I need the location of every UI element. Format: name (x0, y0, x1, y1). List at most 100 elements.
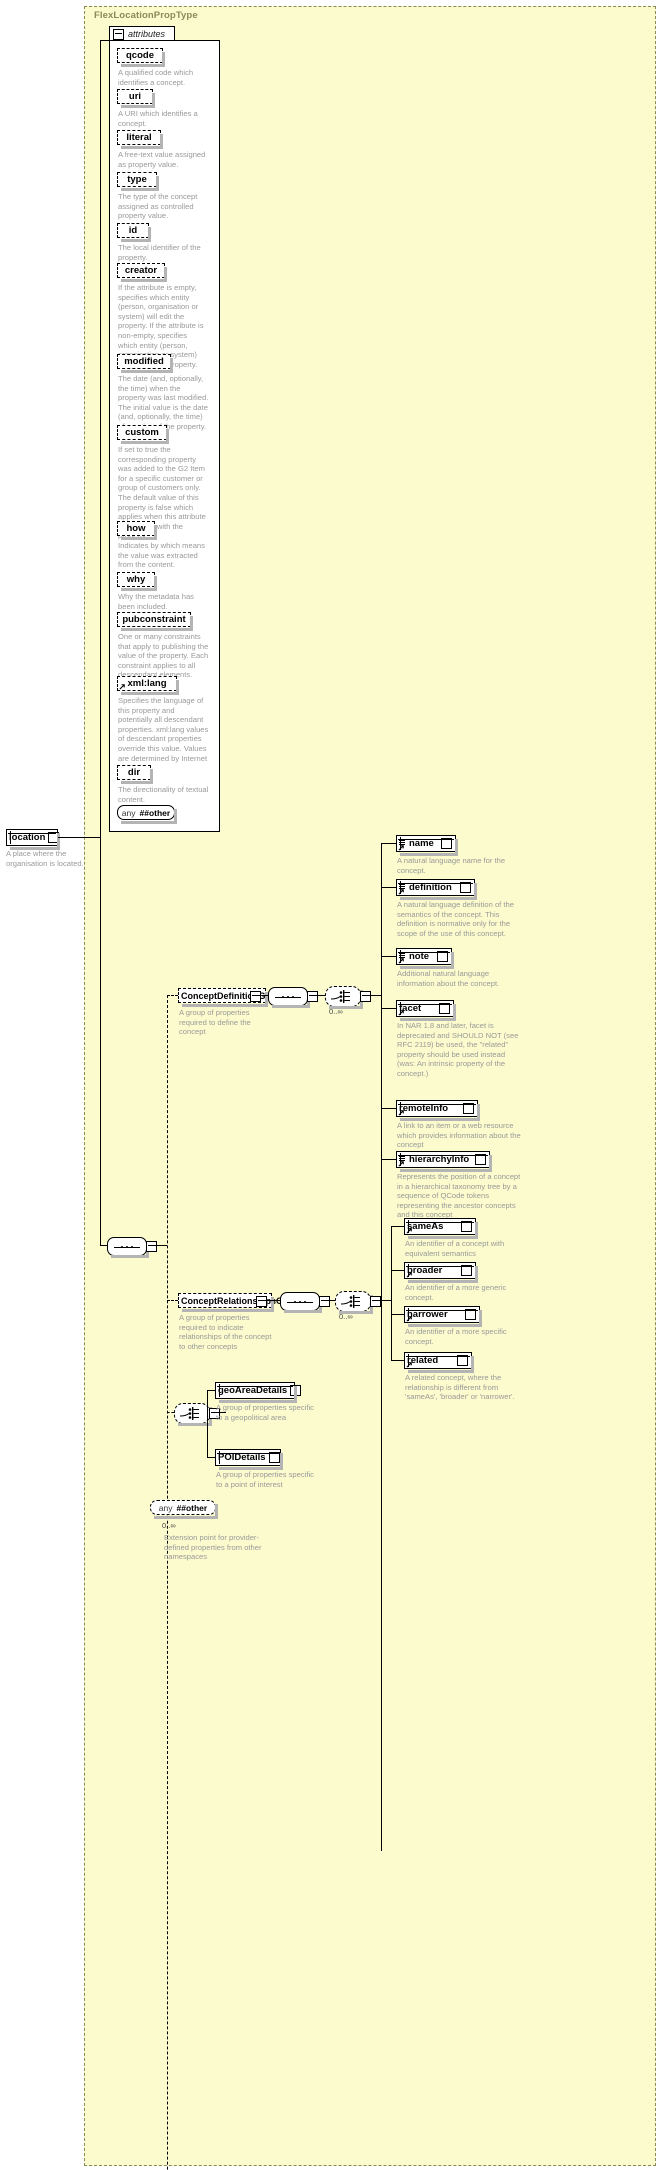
choice-glyph-icon (330, 990, 350, 1003)
group2-sequence-compositor[interactable] (280, 1292, 322, 1313)
attribute-type-desc: The type of the concept assigned as cont… (118, 192, 198, 221)
group2-sequence-collapse-icon[interactable] (319, 1296, 330, 1307)
attribute-creator[interactable]: creator (117, 263, 167, 282)
connector-facet-h (381, 1008, 396, 1009)
attribute-why-desc: Why the metadata has been included. (118, 592, 194, 611)
body-sequence-collapse-icon[interactable] (146, 1241, 157, 1252)
element-narrower[interactable]: narrower (404, 1306, 482, 1327)
expand-facet-icon[interactable] (439, 1003, 450, 1014)
element-definition[interactable]: definition (396, 879, 477, 900)
connector-seq-branch-v (167, 995, 168, 2170)
element-note[interactable]: note (396, 948, 454, 969)
reference-arrow-icon (406, 1228, 412, 1234)
reference-arrow-icon (398, 1161, 404, 1167)
group1-collapse-icon[interactable] (250, 991, 261, 1002)
reference-arrow-icon (398, 845, 404, 851)
attribute-custom[interactable]: custom (117, 425, 169, 444)
element-geoareadetails[interactable]: geoAreaDetails (215, 1382, 302, 1403)
connector-poidetails-h (207, 1457, 215, 1458)
any-label: any (158, 1502, 173, 1513)
element-name-desc: A natural language name for the concept. (397, 856, 506, 875)
attribute-uri-desc: A URI which identifies a concept. (118, 109, 198, 128)
expand-hierarchyinfo-icon[interactable] (475, 1154, 486, 1165)
attribute-modified-desc: The date (and, optionally, the time) whe… (118, 374, 209, 431)
any-namespace-label: ##other (139, 807, 171, 818)
attribute-dir[interactable]: dir (117, 765, 153, 784)
reference-arrow-icon (406, 1316, 412, 1322)
connector-details-choice-h (167, 1412, 174, 1413)
expand-related-icon[interactable] (457, 1355, 468, 1366)
attributes-tab[interactable]: attributes (109, 26, 175, 41)
element-sameas[interactable]: sameAs (404, 1218, 478, 1239)
element-any-other[interactable]: any ##other (150, 1500, 218, 1519)
expand-broader-icon[interactable] (461, 1265, 472, 1276)
element-location-desc: A place where the organisation is locate… (6, 849, 84, 868)
expand-definition-icon[interactable] (460, 882, 471, 893)
attribute-id-desc: The local identifier of the property. (118, 243, 201, 262)
group1-sequence-collapse-icon[interactable] (307, 991, 318, 1002)
group1-choice-compositor[interactable] (325, 986, 363, 1009)
element-name[interactable]: name (396, 835, 458, 856)
expand-name-icon[interactable] (441, 838, 452, 849)
expand-poidetails-icon[interactable] (268, 1452, 280, 1463)
connector-hierarchyinfo-h (381, 1159, 396, 1160)
attribute-how[interactable]: how (117, 521, 157, 540)
attribute-qcode[interactable]: qcode (117, 48, 165, 67)
group1-sequence-compositor[interactable] (268, 987, 310, 1008)
schema-diagram: FlexLocationPropType attributes qcode A … (0, 0, 661, 2170)
body-any-cardinality: 0..∞ (162, 1521, 176, 1530)
element-geoareadetails-desc: A group of properties specific to a geop… (216, 1403, 314, 1422)
connector-geoarea-h (207, 1390, 215, 1391)
element-hierarchyinfo-desc: Represents the position of a concept in … (397, 1172, 521, 1220)
collapse-attributes-icon[interactable] (113, 28, 124, 40)
attribute-qcode-desc: A qualified code which identifies a conc… (118, 68, 194, 87)
attribute-uri[interactable]: uri (117, 89, 155, 108)
body-sequence-compositor[interactable] (107, 1237, 149, 1258)
attribute-dir-desc: The directionality of textual content. (118, 785, 209, 804)
attribute-literal[interactable]: literal (117, 130, 163, 149)
connector-details-children-v (207, 1390, 208, 1457)
details-choice-compositor[interactable] (174, 1403, 212, 1426)
element-note-desc: Additional natural language information … (397, 969, 500, 988)
reference-arrow-icon (398, 958, 404, 964)
reference-arrow-icon (119, 684, 125, 690)
element-facet[interactable]: facet (396, 1000, 456, 1021)
attribute-pubconstraint-desc: One or many constraints that apply to pu… (118, 632, 209, 680)
group2-choice-compositor[interactable] (335, 1291, 373, 1314)
connector-g2-children-h (379, 1300, 391, 1301)
group2-cardinality: 0..∞ (339, 1312, 353, 1321)
expand-note-icon[interactable] (437, 951, 448, 962)
group2-collapse-icon[interactable] (256, 1296, 267, 1307)
attributes-label: attributes (128, 29, 166, 39)
connector-narrower-h (391, 1314, 404, 1315)
element-poidetails[interactable]: POIDetails (215, 1449, 283, 1470)
attribute-modified[interactable]: modified (117, 354, 173, 373)
connector-g1-children-v (381, 843, 382, 1851)
attribute-any-other[interactable]: any ##other (117, 805, 177, 824)
connector-definition-h (381, 887, 396, 888)
attribute-why[interactable]: why (117, 572, 157, 591)
attribute-xml-lang[interactable]: xml:lang (117, 676, 179, 695)
connector-g2-children-v (391, 1226, 392, 1360)
element-broader[interactable]: broader (404, 1262, 478, 1283)
expand-remoteinfo-icon[interactable] (463, 1103, 474, 1114)
group2-choice-collapse-icon[interactable] (370, 1296, 381, 1307)
connector-seq-branch-h (155, 1245, 167, 1246)
attribute-pubconstraint[interactable]: pubconstraint (117, 612, 193, 631)
reference-arrow-icon (406, 1362, 412, 1368)
element-hierarchyinfo[interactable]: hierarchyInfo (396, 1151, 492, 1172)
expand-sameas-icon[interactable] (461, 1221, 472, 1232)
group-concept-definition-desc: A group of properties required to define… (179, 1008, 251, 1037)
attribute-id[interactable]: id (117, 223, 151, 242)
reference-arrow-icon (406, 1272, 412, 1278)
attribute-xml-lang-desc: Specifies the language of this property … (118, 696, 209, 772)
element-location[interactable]: location (6, 829, 60, 850)
element-remoteinfo-desc: A link to an item or a web resource whic… (397, 1121, 521, 1150)
attribute-type[interactable]: type (117, 172, 159, 191)
element-related[interactable]: related (404, 1352, 474, 1373)
connector-g1-choice-h (316, 995, 325, 996)
expand-narrower-icon[interactable] (465, 1309, 476, 1320)
group1-choice-collapse-icon[interactable] (360, 991, 371, 1002)
reference-arrow-icon (398, 889, 404, 895)
element-remoteinfo[interactable]: remoteInfo (396, 1100, 480, 1121)
